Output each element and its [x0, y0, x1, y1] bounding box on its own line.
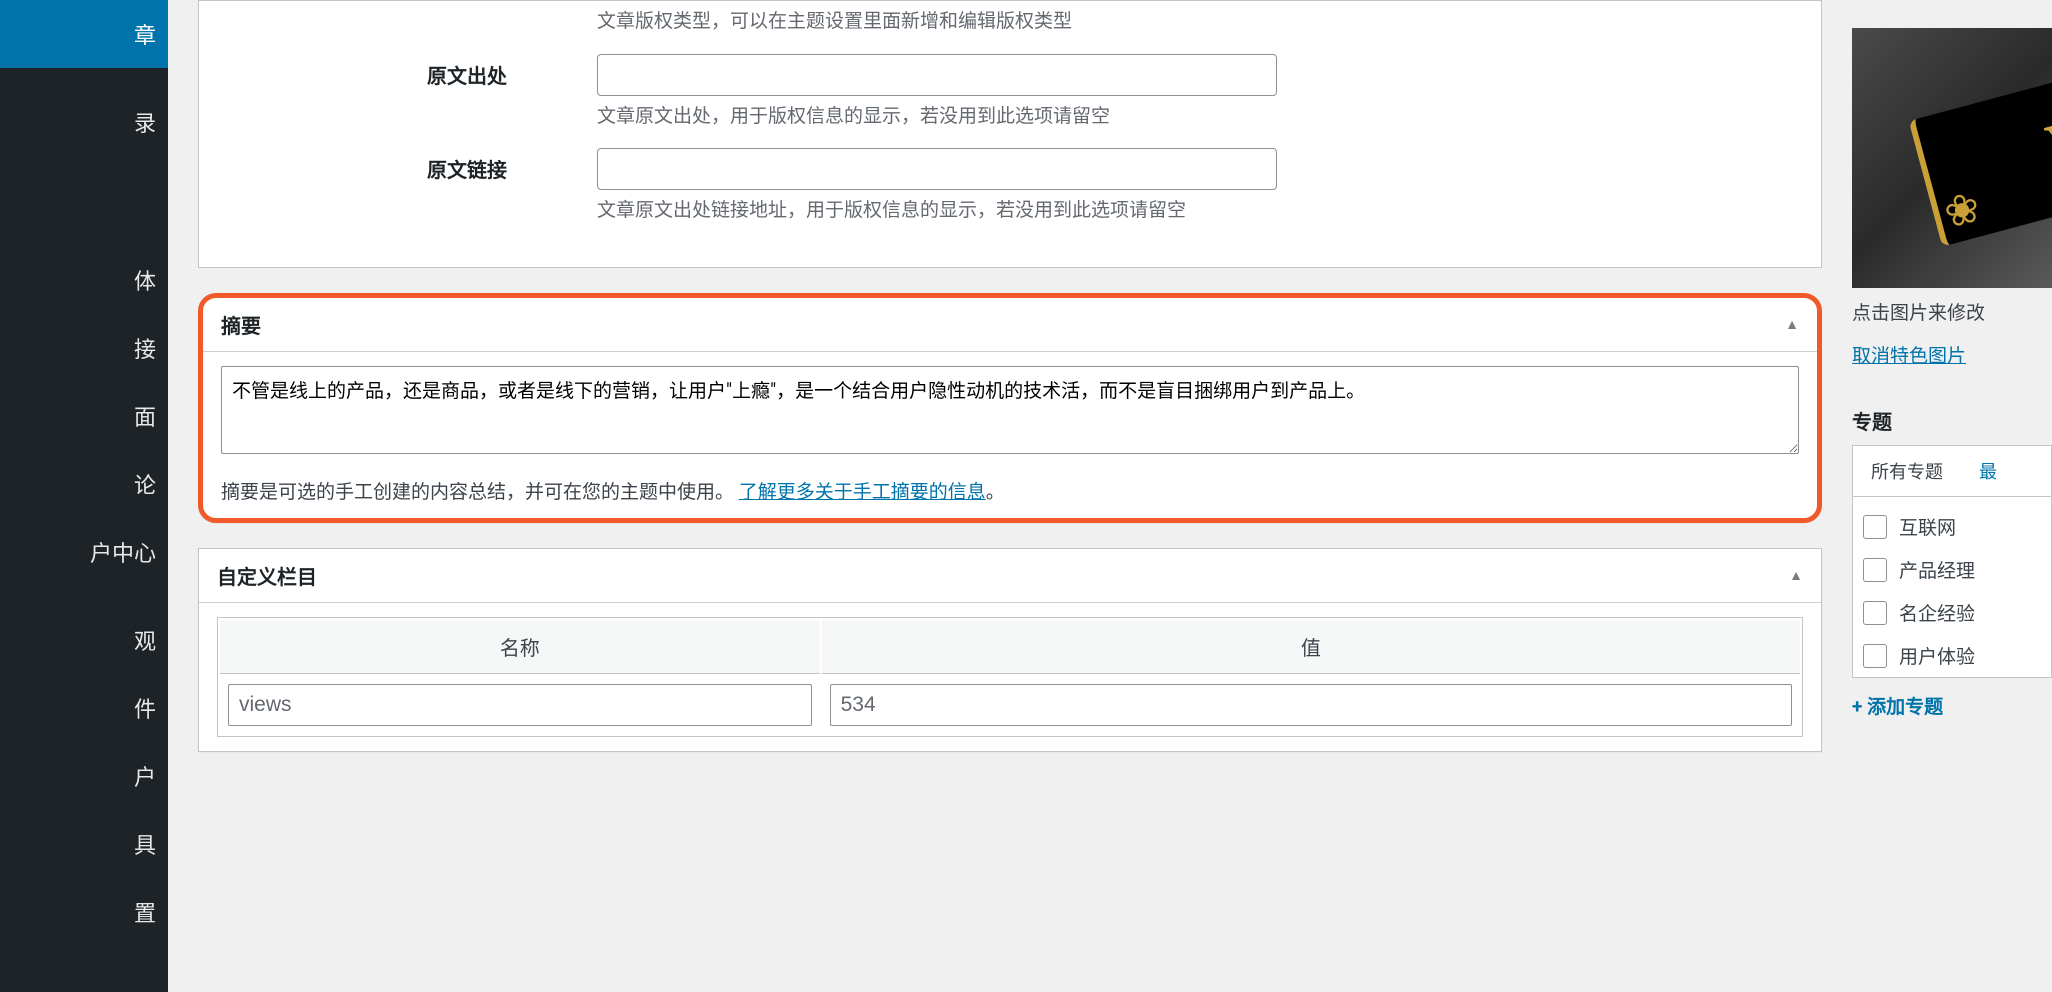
topic-label: 名企经验	[1899, 599, 1975, 626]
copyright-type-label	[427, 1, 597, 36]
add-topic-link[interactable]: + 添加专题	[1852, 678, 2052, 719]
remove-featured-image-link[interactable]: 取消特色图片	[1852, 341, 1966, 368]
sidebar-item-3[interactable]: 接	[0, 314, 168, 382]
topic-checkbox[interactable]	[1863, 601, 1887, 625]
topic-checkbox[interactable]	[1863, 515, 1887, 539]
sidebar-item-10[interactable]: 具	[0, 810, 168, 878]
excerpt-metabox: 摘要 ▲ 摘要是可选的手工创建的内容总结，并可在您的主题中使用。 了解更多关于手…	[198, 293, 1822, 523]
topic-checkbox[interactable]	[1863, 558, 1887, 582]
excerpt-desc-suffix: 。	[986, 480, 1005, 503]
custom-fields-title: 自定义栏目	[217, 561, 317, 590]
cf-value-header: 值	[822, 620, 1800, 674]
custom-fields-metabox: 自定义栏目 ▲ 名称 值	[198, 548, 1822, 752]
copyright-type-desc: 文章版权类型，可以在主题设置里面新增和编辑版权类型	[597, 7, 1277, 36]
excerpt-learn-more-link[interactable]: 了解更多关于手工摘要的信息	[739, 480, 986, 503]
sidebar-item-6[interactable]: 户中心	[0, 518, 168, 586]
custom-fields-table: 名称 值	[217, 617, 1803, 737]
topic-item[interactable]: 名企经验	[1853, 591, 2051, 634]
excerpt-title: 摘要	[221, 310, 261, 339]
admin-sidebar: 章 录 体 接 面 论 户中心 观 件 户 具 置	[0, 0, 168, 992]
excerpt-textarea[interactable]	[221, 366, 1799, 454]
topic-label: 产品经理	[1899, 556, 1975, 583]
sidebar-item-5[interactable]: 论	[0, 450, 168, 518]
link-label: 原文链接	[427, 148, 597, 225]
vip-card-text: V	[2038, 97, 2052, 191]
topic-label: 用户体验	[1899, 642, 1975, 669]
topic-item[interactable]: 互联网	[1853, 505, 2051, 548]
topic-checkbox[interactable]	[1863, 644, 1887, 668]
featured-image-thumbnail[interactable]: ❀ V	[1852, 28, 2052, 288]
sidebar-item-8[interactable]: 件	[0, 674, 168, 742]
topic-item[interactable]: 用户体验	[1853, 634, 2051, 677]
cf-name-input[interactable]	[228, 684, 812, 726]
topics-tab-all[interactable]: 所有专题	[1853, 446, 1961, 496]
custom-field-row	[220, 676, 1800, 734]
sidebar-item-1[interactable]: 录	[0, 88, 168, 156]
right-sidebar: ❀ V 点击图片来修改 取消特色图片 专题 所有专题 最 互联网 产品经理	[1852, 0, 2052, 992]
topics-title: 专题	[1852, 406, 2052, 445]
link-desc: 文章原文出处链接地址，用于版权信息的显示，若没用到此选项请留空	[597, 196, 1277, 225]
sidebar-item-posts[interactable]: 章	[0, 0, 168, 68]
sidebar-item-7[interactable]: 观	[0, 606, 168, 674]
source-desc: 文章原文出处，用于版权信息的显示，若没用到此选项请留空	[597, 102, 1277, 131]
cf-name-header: 名称	[220, 620, 820, 674]
ornament-icon: ❀	[1939, 182, 1986, 239]
source-label: 原文出处	[427, 54, 597, 131]
topics-list: 互联网 产品经理 名企经验 用户体验	[1852, 496, 2052, 678]
collapse-toggle-icon[interactable]: ▲	[1789, 567, 1803, 584]
excerpt-desc-prefix: 摘要是可选的手工创建的内容总结，并可在您的主题中使用。	[221, 480, 734, 503]
featured-image-hint: 点击图片来修改	[1852, 298, 2052, 325]
cf-value-input[interactable]	[830, 684, 1792, 726]
topic-item[interactable]: 产品经理	[1853, 548, 2051, 591]
link-input[interactable]	[597, 148, 1277, 190]
source-input[interactable]	[597, 54, 1277, 96]
topics-metabox: 专题 所有专题 最 互联网 产品经理 名企经验	[1852, 406, 2052, 719]
sidebar-item-11[interactable]: 置	[0, 878, 168, 946]
topic-label: 互联网	[1899, 513, 1956, 540]
topics-tab-recent[interactable]: 最	[1961, 446, 2015, 496]
sidebar-item-4[interactable]: 面	[0, 382, 168, 450]
main-content: 文章版权类型，可以在主题设置里面新增和编辑版权类型 原文出处 文章原文出处，用于…	[168, 0, 1852, 992]
collapse-toggle-icon[interactable]: ▲	[1785, 316, 1799, 333]
excerpt-help-text: 摘要是可选的手工创建的内容总结，并可在您的主题中使用。 了解更多关于手工摘要的信…	[221, 477, 1799, 504]
sidebar-item-9[interactable]: 户	[0, 742, 168, 810]
topics-tabs: 所有专题 最	[1852, 445, 2052, 496]
copyright-metabox: 文章版权类型，可以在主题设置里面新增和编辑版权类型 原文出处 文章原文出处，用于…	[198, 0, 1822, 268]
sidebar-item-2[interactable]: 体	[0, 246, 168, 314]
